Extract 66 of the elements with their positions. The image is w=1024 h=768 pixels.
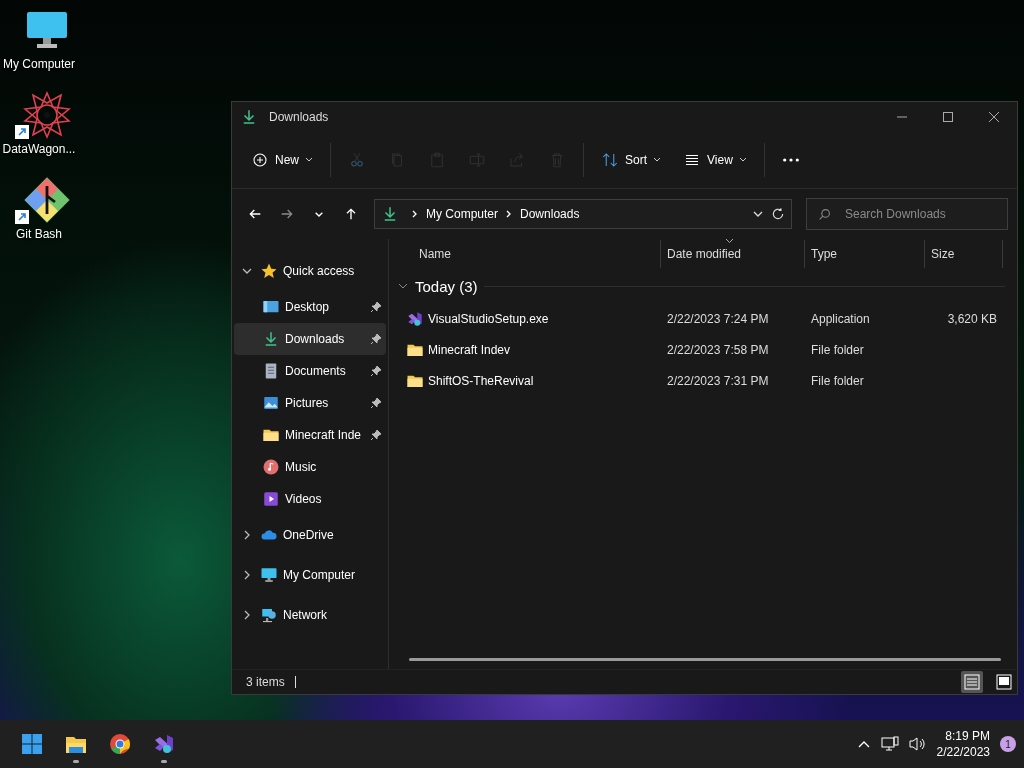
type-cell: Application (811, 311, 870, 326)
caret-icon (305, 157, 313, 163)
item-count: 3 items (246, 675, 285, 689)
refresh-icon[interactable] (771, 207, 785, 221)
group-header: Today (3) (415, 277, 478, 295)
sidebar-item[interactable]: Desktop (234, 291, 386, 323)
video-icon (262, 490, 280, 508)
sidebar-item[interactable]: Pictures (234, 387, 386, 419)
caret-icon (653, 157, 662, 163)
sidebar-item[interactable]: My Computer (234, 555, 386, 595)
chevron-icon (506, 210, 513, 218)
breadcrumb-item[interactable]: My Computer (426, 207, 499, 221)
type-cell: File folder (811, 373, 864, 388)
close-icon (989, 112, 999, 122)
file-name[interactable]: ShiftOS-TheRevival (428, 373, 534, 388)
caret-icon (738, 157, 747, 163)
column-header[interactable]: Type (805, 240, 925, 268)
desktop-shortcut[interactable]: DataWagon... (0, 91, 78, 156)
sidebar-item[interactable]: Videos (234, 483, 386, 515)
desktop-shortcut[interactable]: My Computer (0, 6, 78, 71)
chevron-icon (412, 210, 418, 218)
sort-caret-icon (725, 238, 734, 244)
sidebar-item[interactable]: Music (234, 451, 386, 483)
windows-logo-icon (20, 732, 44, 756)
network-icon (260, 606, 278, 624)
file-name[interactable]: VisualStudioSetup.exe (428, 311, 549, 326)
sidebar-item[interactable]: Minecraft Inde (234, 419, 386, 451)
network-icon[interactable] (880, 736, 899, 752)
breadcrumb-item[interactable]: Downloads (520, 207, 580, 221)
monitor-icon (260, 566, 278, 584)
type-cell: File folder (811, 342, 864, 357)
column-header[interactable]: Size (925, 240, 1003, 268)
file-name[interactable]: Minecraft Indev (428, 342, 511, 357)
details-view-button[interactable] (961, 671, 983, 693)
size-cell: 3,620 KB (947, 311, 997, 326)
sidebar-item[interactable]: OneDrive (234, 515, 386, 555)
sidebar-item[interactable]: Downloads (234, 323, 386, 355)
column-header[interactable]: Name (397, 240, 661, 268)
sort-button[interactable]: Sort (592, 142, 671, 178)
new-button[interactable]: New (242, 142, 322, 178)
list-icon (964, 674, 980, 690)
date-cell: 2/22/2023 7:24 PM (667, 311, 769, 326)
desktop-shortcut[interactable]: Git Bash (0, 176, 78, 241)
sidebar-item[interactable]: Network (234, 595, 386, 635)
column-header[interactable]: Date modified (661, 240, 805, 268)
address-bar[interactable]: My Computer Downloads (374, 199, 792, 229)
sidebar-item[interactable]: Quick access (234, 251, 386, 291)
large-icons-view-button[interactable] (993, 671, 1015, 693)
search-field[interactable]: Search Downloads (806, 198, 1008, 230)
dropdown-icon[interactable] (753, 211, 763, 217)
date-cell: 2/22/2023 7:58 PM (667, 342, 769, 357)
date-cell: 2/22/2023 7:31 PM (667, 373, 769, 388)
visual-studio-icon (406, 309, 424, 328)
maximize-icon (943, 112, 953, 122)
clock[interactable]: 8:19 PM 2/22/2023 (936, 728, 990, 760)
star-icon (260, 262, 278, 280)
view-button[interactable]: View (674, 142, 756, 178)
horizontal-scrollbar[interactable] (409, 658, 1001, 661)
notification-badge[interactable]: 1 (1000, 736, 1016, 752)
picture-icon (262, 394, 280, 412)
window-title: Downloads (269, 110, 330, 124)
sidebar-item[interactable]: Documents (234, 355, 386, 387)
music-icon (262, 458, 280, 476)
browser-icon (108, 732, 132, 756)
volume-icon[interactable] (908, 736, 927, 752)
tile-icon (996, 674, 1012, 690)
